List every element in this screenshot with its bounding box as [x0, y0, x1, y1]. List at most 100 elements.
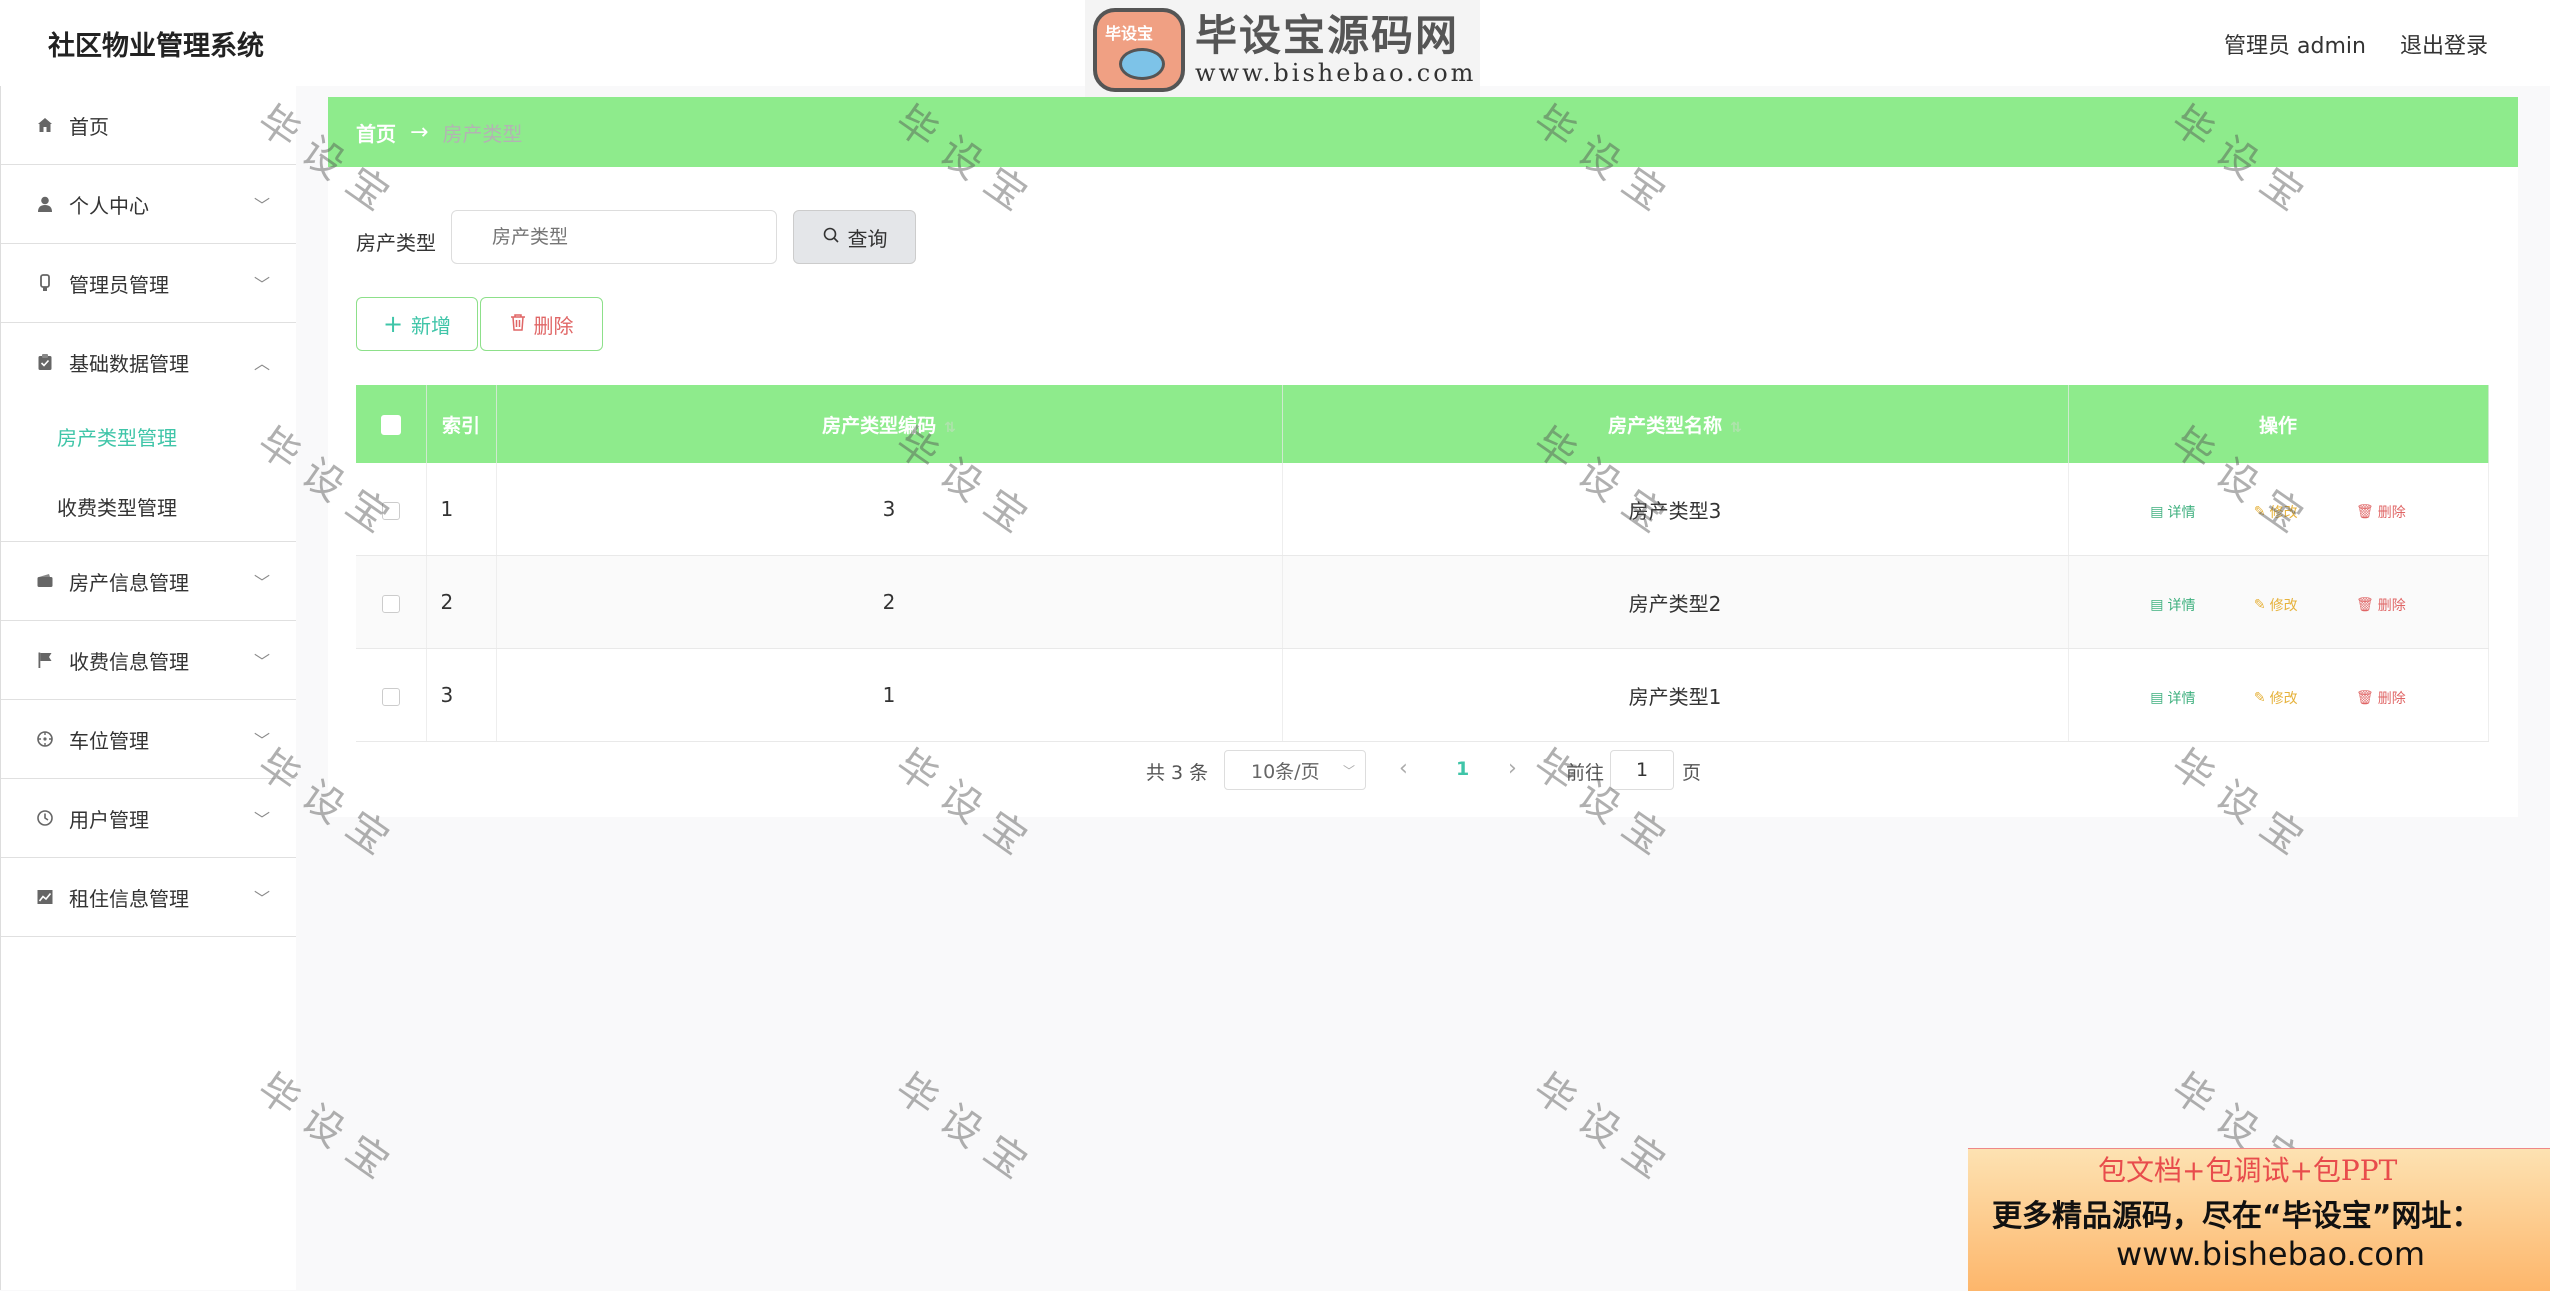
edit-label: 修改	[2269, 690, 2298, 707]
sidebar-item-label: 管理员管理	[69, 272, 169, 297]
row-detail-button[interactable]: ▤ 详情	[2150, 595, 2195, 615]
search-icon	[822, 225, 840, 249]
row-name: 房产类型2	[1282, 555, 2069, 649]
sidebar-item-rental[interactable]: 租住信息管理 ﹀	[1, 858, 296, 937]
sidebar-item-base-data[interactable]: 基础数据管理 ︿	[1, 323, 296, 401]
column-header-code[interactable]: 房产类型编码 ⇅	[496, 385, 1283, 463]
chevron-down-icon: ﹀	[253, 573, 270, 592]
row-edit-button[interactable]: ✎ 修改	[2254, 502, 2298, 522]
sidebar-item-admin[interactable]: 管理员管理 ﹀	[1, 244, 296, 323]
logo-face-shape	[1119, 48, 1165, 80]
select-all-checkbox[interactable]	[380, 414, 401, 435]
document-icon: ▤	[2150, 689, 2164, 706]
add-button[interactable]: + 新增	[356, 297, 478, 351]
row-checkbox[interactable]	[381, 687, 400, 706]
search-button-label: 查询	[847, 226, 888, 251]
row-checkbox[interactable]	[381, 501, 400, 520]
page-number-current[interactable]: 1	[1456, 758, 1469, 780]
search-input[interactable]	[451, 210, 777, 264]
delete-button[interactable]: 删除	[480, 297, 603, 351]
row-edit-button[interactable]: ✎ 修改	[2254, 688, 2298, 708]
plus-icon: +	[382, 310, 404, 338]
flag-icon	[34, 649, 56, 671]
chevron-up-icon: ︿	[253, 354, 270, 373]
row-select-cell	[356, 463, 427, 556]
column-header-name[interactable]: 房产类型名称 ⇅	[1282, 385, 2069, 463]
trash-icon: 🗑	[2355, 503, 2374, 520]
goto-page-input[interactable]	[1610, 750, 1674, 790]
watermark-text: 毕设宝	[887, 1064, 1047, 1196]
row-code: 3	[496, 463, 1283, 556]
breadcrumb: 首页 → 房产类型	[328, 97, 2518, 167]
breadcrumb-current: 房产类型	[442, 121, 523, 146]
row-checkbox[interactable]	[381, 594, 400, 613]
row-actions: ▤ 详情 ✎ 修改 🗑 删除	[2068, 555, 2489, 649]
sort-icon[interactable]: ⇅	[1730, 420, 1742, 436]
sidebar-item-label: 基础数据管理	[69, 351, 189, 376]
sidebar-item-profile[interactable]: 个人中心 ﹀	[1, 165, 296, 244]
delete-label: 删除	[2377, 597, 2406, 614]
row-delete-button[interactable]: 🗑 删除	[2356, 595, 2406, 615]
row-actions: ▤ 详情 ✎ 修改 🗑 删除	[2068, 648, 2489, 742]
detail-label: 详情	[2167, 504, 2196, 521]
ops-header-label: 操作	[2258, 414, 2297, 437]
logo-url: www.bishebao.com	[1195, 59, 1477, 87]
row-edit-button[interactable]: ✎ 修改	[2254, 595, 2298, 615]
page-size-select[interactable]: 10条/页 ﹀	[1224, 750, 1366, 790]
pagination: 共 3 条 10条/页 ﹀ ‹ 1 › 前往 页	[328, 750, 2518, 790]
sidebar-subitem-property-type[interactable]: 房产类型管理	[1, 401, 296, 471]
row-index: 3	[426, 648, 497, 742]
sidebar-item-label: 车位管理	[69, 728, 149, 753]
sidebar-item-users[interactable]: 用户管理 ﹀	[1, 779, 296, 858]
column-header-ops: 操作	[2068, 385, 2489, 463]
logo-text-group: 毕设宝源码网 www.bishebao.com	[1195, 11, 1477, 88]
header-user-area: 管理员 admin 退出登录	[2224, 28, 2488, 60]
sidebar-item-parking[interactable]: 车位管理 ﹀	[1, 700, 296, 779]
sidebar-item-home[interactable]: 首页	[1, 86, 296, 165]
logout-link[interactable]: 退出登录	[2400, 28, 2488, 60]
sidebar-item-label: 收费信息管理	[69, 649, 189, 674]
sidebar-submenu: 房产类型管理 收费类型管理	[1, 401, 296, 542]
search-label: 房产类型	[356, 231, 436, 255]
logo-name: 毕设宝源码网	[1195, 11, 1460, 60]
sidebar-item-fee-info[interactable]: 收费信息管理 ﹀	[1, 621, 296, 700]
row-delete-button[interactable]: 🗑 删除	[2356, 688, 2406, 708]
row-name: 房产类型1	[1282, 648, 2069, 742]
chevron-down-icon: ﹀	[253, 275, 270, 294]
main-content: 房产类型 查询 + 新增 删除 索引 房产类型编码 ⇅ 房产类型名称 ⇅ 操作 1 …	[328, 167, 2518, 817]
row-detail-button[interactable]: ▤ 详情	[2150, 688, 2195, 708]
page-size-value: 10条/页	[1251, 760, 1320, 783]
row-delete-button[interactable]: 🗑 删除	[2356, 502, 2406, 522]
row-detail-button[interactable]: ▤ 详情	[2150, 502, 2195, 522]
row-select-cell	[356, 555, 427, 649]
current-user-label: 管理员 admin	[2224, 34, 2366, 59]
sidebar-item-label: 房产信息管理	[69, 570, 189, 595]
sidebar-item-property-info[interactable]: 房产信息管理 ﹀	[1, 542, 296, 621]
sort-icon[interactable]: ⇅	[944, 420, 956, 436]
delete-label: 删除	[2377, 504, 2406, 521]
trash-icon: 🗑	[2355, 596, 2374, 613]
add-button-label: 新增	[411, 313, 452, 338]
search-button[interactable]: 查询	[793, 210, 916, 264]
code-header-label: 房产类型编码	[822, 414, 937, 437]
row-index: 2	[426, 555, 497, 649]
site-logo: 毕设宝 毕设宝源码网 www.bishebao.com	[1085, 0, 1480, 100]
delete-button-label: 删除	[533, 313, 574, 338]
breadcrumb-home[interactable]: 首页	[356, 118, 396, 147]
chevron-down-icon: ﹀	[1342, 763, 1355, 778]
edit-label: 修改	[2269, 504, 2298, 521]
sidebar-subitem-fee-type[interactable]: 收费类型管理	[1, 471, 296, 541]
row-actions: ▤ 详情 ✎ 修改 🗑 删除	[2068, 463, 2489, 556]
row-index: 1	[426, 463, 497, 556]
edit-icon: ✎	[2253, 596, 2266, 613]
compass-icon	[34, 728, 56, 750]
promo-banner[interactable]: 包文档+包调试+包PPT 更多精品源码，尽在“毕设宝”网址： www.bishe…	[1968, 1148, 2550, 1291]
chevron-down-icon: ﹀	[253, 810, 270, 829]
next-page-button[interactable]: ›	[1508, 756, 1517, 781]
trash-icon	[510, 312, 526, 336]
chevron-down-icon: ﹀	[253, 196, 270, 215]
prev-page-button[interactable]: ‹	[1399, 756, 1408, 781]
chevron-down-icon: ﹀	[253, 652, 270, 671]
detail-label: 详情	[2167, 690, 2196, 707]
admin-icon	[34, 272, 56, 294]
